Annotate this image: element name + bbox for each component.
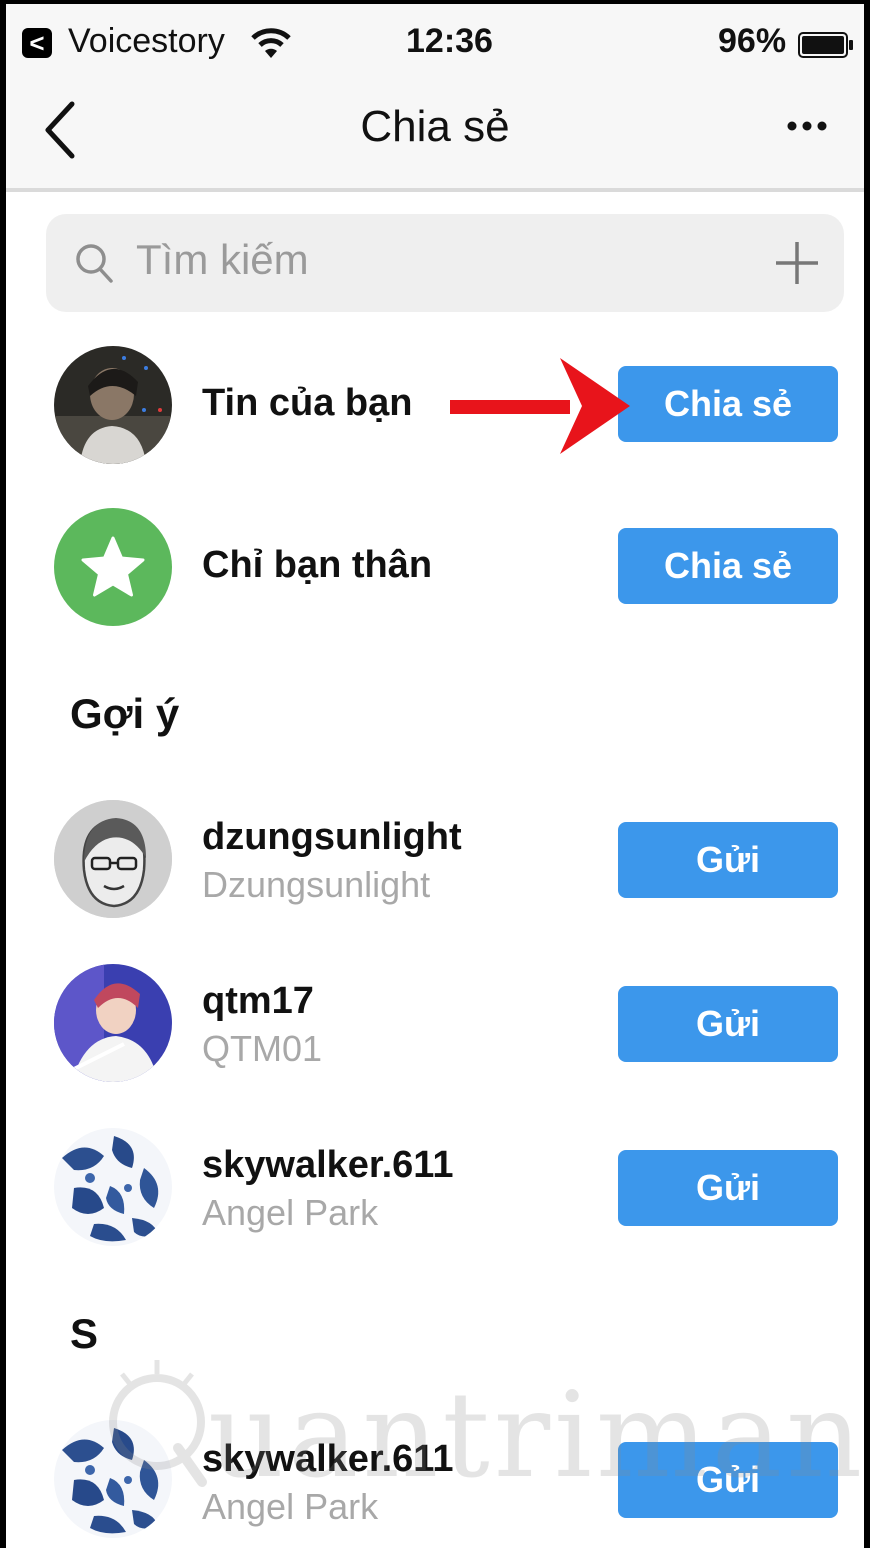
- list-item[interactable]: skywalker.611 Angel Park Gửi: [6, 1128, 864, 1252]
- status-bar: < Voicestory 12:36 96%: [6, 4, 864, 84]
- avatar: [54, 964, 172, 1082]
- section-s-heading: S: [70, 1310, 99, 1357]
- page-title: Chia sẻ: [360, 102, 510, 151]
- search-icon: [76, 244, 113, 283]
- add-icon[interactable]: [772, 238, 822, 288]
- back-to-app-icon[interactable]: <: [22, 28, 52, 58]
- battery-percent: 96%: [718, 22, 787, 60]
- star-icon: [81, 536, 145, 597]
- search-placeholder: Tìm kiếm: [136, 236, 309, 283]
- send-button[interactable]: Gửi: [618, 986, 838, 1062]
- list-item[interactable]: qtm17 QTM01 Gửi: [6, 964, 864, 1088]
- status-time: 12:36: [406, 22, 493, 60]
- username: dzungsunlight: [202, 816, 462, 858]
- your-story-label: Tin của bạn: [202, 382, 413, 424]
- nav-bar: Chia sẻ: [6, 84, 864, 192]
- send-button[interactable]: Gửi: [618, 1150, 838, 1226]
- suggestions-heading: Gợi ý: [70, 690, 180, 737]
- avatar: [54, 1128, 172, 1246]
- display-name: Dzungsunlight: [202, 864, 431, 905]
- phone-screen: < Voicestory 12:36 96% Chia sẻ Tìm kiếm …: [0, 0, 870, 1548]
- share-your-story-button[interactable]: Chia sẻ: [618, 366, 838, 442]
- share-close-friends-button[interactable]: Chia sẻ: [618, 528, 838, 604]
- wifi-icon: [251, 28, 291, 58]
- display-name: Angel Park: [202, 1192, 379, 1233]
- username: skywalker.611: [202, 1144, 454, 1186]
- send-button[interactable]: Gửi: [618, 822, 838, 898]
- close-friends-avatar: [54, 508, 172, 626]
- avatar: [54, 346, 172, 464]
- watermark: uantrimang: [102, 1332, 864, 1512]
- search-input[interactable]: Tìm kiếm: [46, 214, 844, 312]
- battery-icon: [798, 32, 853, 58]
- more-options-icon[interactable]: [782, 104, 832, 144]
- display-name: QTM01: [202, 1028, 323, 1069]
- avatar: [54, 800, 172, 918]
- username: qtm17: [202, 980, 314, 1022]
- watermark-text: uantrimang: [208, 1366, 867, 1504]
- close-friends-label: Chỉ bạn thân: [202, 544, 433, 586]
- red-arrow-annotation: [450, 358, 630, 454]
- close-friends-row: Chỉ bạn thân Chia sẻ: [6, 506, 864, 630]
- list-item[interactable]: dzungsunlight Dzungsunlight Gửi: [6, 800, 864, 924]
- watermark-logo-icon: [109, 1360, 207, 1487]
- your-story-row: Tin của bạn Chia sẻ: [6, 344, 864, 468]
- status-carrier: Voicestory: [68, 22, 225, 60]
